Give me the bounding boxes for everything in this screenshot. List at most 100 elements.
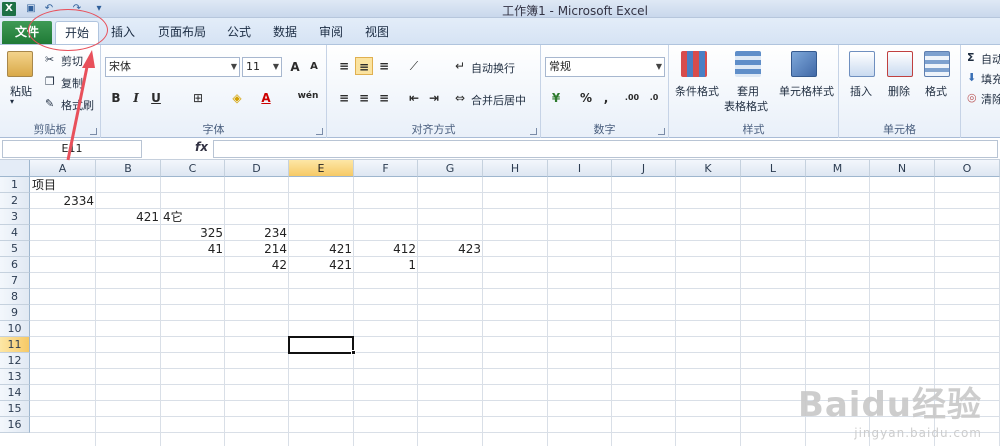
format-painter-button[interactable]: 格式刷 (61, 97, 94, 113)
paste-dropdown-icon[interactable]: ▾ (10, 97, 14, 106)
cell-a1[interactable]: 项目 (30, 177, 96, 193)
shrink-font-button[interactable]: A (305, 58, 323, 76)
row-header-13[interactable]: 13 (0, 369, 30, 385)
increase-indent-icon[interactable]: ⇥ (425, 89, 443, 107)
row-header-5[interactable]: 5 (0, 241, 30, 257)
row-header-8[interactable]: 8 (0, 289, 30, 305)
column-header-h[interactable]: H (483, 160, 548, 177)
align-bottom-icon[interactable]: ≡ (375, 57, 393, 75)
copy-button[interactable]: 复制 (61, 75, 83, 91)
row-header-7[interactable]: 7 (0, 273, 30, 289)
align-left-icon[interactable]: ≡ (335, 89, 353, 107)
tab-data[interactable]: 数据 (270, 21, 300, 44)
comma-button[interactable]: , (597, 89, 615, 107)
currency-icon[interactable]: ¥ (547, 89, 565, 107)
column-header-a[interactable]: A (30, 160, 96, 177)
cell-a2[interactable]: 2334 (30, 193, 96, 209)
number-launcher-icon[interactable] (658, 128, 665, 135)
row-header-14[interactable]: 14 (0, 385, 30, 401)
cell-e5[interactable]: 421 (289, 241, 354, 257)
insert-cells-icon[interactable] (849, 51, 875, 77)
row-header-12[interactable]: 12 (0, 353, 30, 369)
cell-styles-icon[interactable] (791, 51, 817, 77)
underline-button[interactable]: U (147, 89, 165, 107)
column-header-e[interactable]: E (289, 160, 354, 177)
clear-icon[interactable]: ◎ (967, 91, 977, 104)
tab-page-layout[interactable]: 页面布局 (156, 21, 208, 44)
align-top-icon[interactable]: ≡ (335, 57, 353, 75)
bold-button[interactable]: B (107, 89, 125, 107)
grow-font-button[interactable]: A (286, 58, 304, 76)
column-header-b[interactable]: B (96, 160, 161, 177)
number-format-combo[interactable]: 常规 ▼ (545, 57, 665, 77)
cut-button[interactable]: 剪切 (61, 53, 83, 69)
format-cells-icon[interactable] (924, 51, 950, 77)
format-as-table-label-1[interactable]: 套用 (737, 83, 759, 99)
cell-d6[interactable]: 42 (225, 257, 289, 273)
tab-review[interactable]: 审阅 (316, 21, 346, 44)
align-right-icon[interactable]: ≡ (375, 89, 393, 107)
autosum-button[interactable]: 自动 (981, 51, 1000, 67)
wrap-text-icon[interactable]: ↵ (451, 57, 469, 75)
cell-styles-button[interactable]: 单元格样式 (779, 83, 834, 99)
formula-input[interactable] (213, 140, 998, 158)
fill-icon[interactable]: ⬇ (967, 71, 976, 84)
row-header-1[interactable]: 1 (0, 177, 30, 193)
font-name-combo[interactable]: 宋体 ▼ (105, 57, 240, 77)
cell-f6[interactable]: 1 (354, 257, 418, 273)
active-cell-border[interactable] (288, 336, 354, 354)
merge-center-icon[interactable]: ⇔ (451, 89, 469, 107)
cell-d5[interactable]: 214 (225, 241, 289, 257)
column-header-i[interactable]: I (548, 160, 612, 177)
clipboard-launcher-icon[interactable] (90, 128, 97, 135)
format-as-table-icon[interactable] (735, 51, 761, 77)
cut-icon[interactable]: ✂ (45, 53, 54, 66)
phonetic-button[interactable]: wén (295, 87, 321, 105)
select-all-corner[interactable] (0, 160, 30, 177)
column-header-n[interactable]: N (870, 160, 935, 177)
column-header-f[interactable]: F (354, 160, 418, 177)
format-cells-button[interactable]: 格式 (925, 83, 947, 99)
delete-cells-button[interactable]: 删除 (888, 83, 910, 99)
cell-e6[interactable]: 421 (289, 257, 354, 273)
delete-cells-icon[interactable] (887, 51, 913, 77)
column-header-m[interactable]: M (806, 160, 870, 177)
column-header-k[interactable]: K (676, 160, 741, 177)
row-header-15[interactable]: 15 (0, 401, 30, 417)
autosum-icon[interactable]: Σ (967, 51, 975, 64)
clear-button[interactable]: 清除 (981, 91, 1000, 107)
orientation-icon[interactable]: ⟋ (405, 57, 423, 75)
insert-cells-button[interactable]: 插入 (850, 83, 872, 99)
conditional-format-button[interactable]: 条件格式 (675, 83, 719, 99)
cell-f5[interactable]: 412 (354, 241, 418, 257)
row-header-6[interactable]: 6 (0, 257, 30, 273)
paste-icon[interactable] (7, 51, 33, 77)
tab-formulas[interactable]: 公式 (224, 21, 254, 44)
italic-button[interactable]: I (127, 89, 145, 107)
cell-c5[interactable]: 41 (161, 241, 225, 257)
cell-d4[interactable]: 234 (225, 225, 289, 241)
column-header-o[interactable]: O (935, 160, 1000, 177)
column-header-l[interactable]: L (741, 160, 806, 177)
percent-button[interactable]: % (577, 89, 595, 107)
align-middle-icon[interactable]: ≡ (355, 57, 373, 75)
column-header-g[interactable]: G (418, 160, 483, 177)
align-center-icon[interactable]: ≡ (355, 89, 373, 107)
row-header-10[interactable]: 10 (0, 321, 30, 337)
decrease-decimal-icon[interactable]: .0 (645, 89, 663, 107)
insert-function-button[interactable]: fx (195, 140, 208, 154)
tab-insert[interactable]: 插入 (108, 21, 138, 44)
alignment-launcher-icon[interactable] (530, 128, 537, 135)
column-header-c[interactable]: C (161, 160, 225, 177)
column-header-j[interactable]: J (612, 160, 676, 177)
cell-c4[interactable]: 325 (161, 225, 225, 241)
font-color-button[interactable]: A (257, 89, 275, 107)
format-as-table-label-2[interactable]: 表格格式 (724, 98, 768, 114)
column-header-d[interactable]: D (225, 160, 289, 177)
format-painter-icon[interactable]: ✎ (45, 97, 54, 110)
row-header-11[interactable]: 11 (0, 337, 30, 353)
copy-icon[interactable]: ❐ (45, 75, 55, 88)
row-header-4[interactable]: 4 (0, 225, 30, 241)
conditional-format-icon[interactable] (681, 51, 707, 77)
cell-g5[interactable]: 423 (418, 241, 483, 257)
